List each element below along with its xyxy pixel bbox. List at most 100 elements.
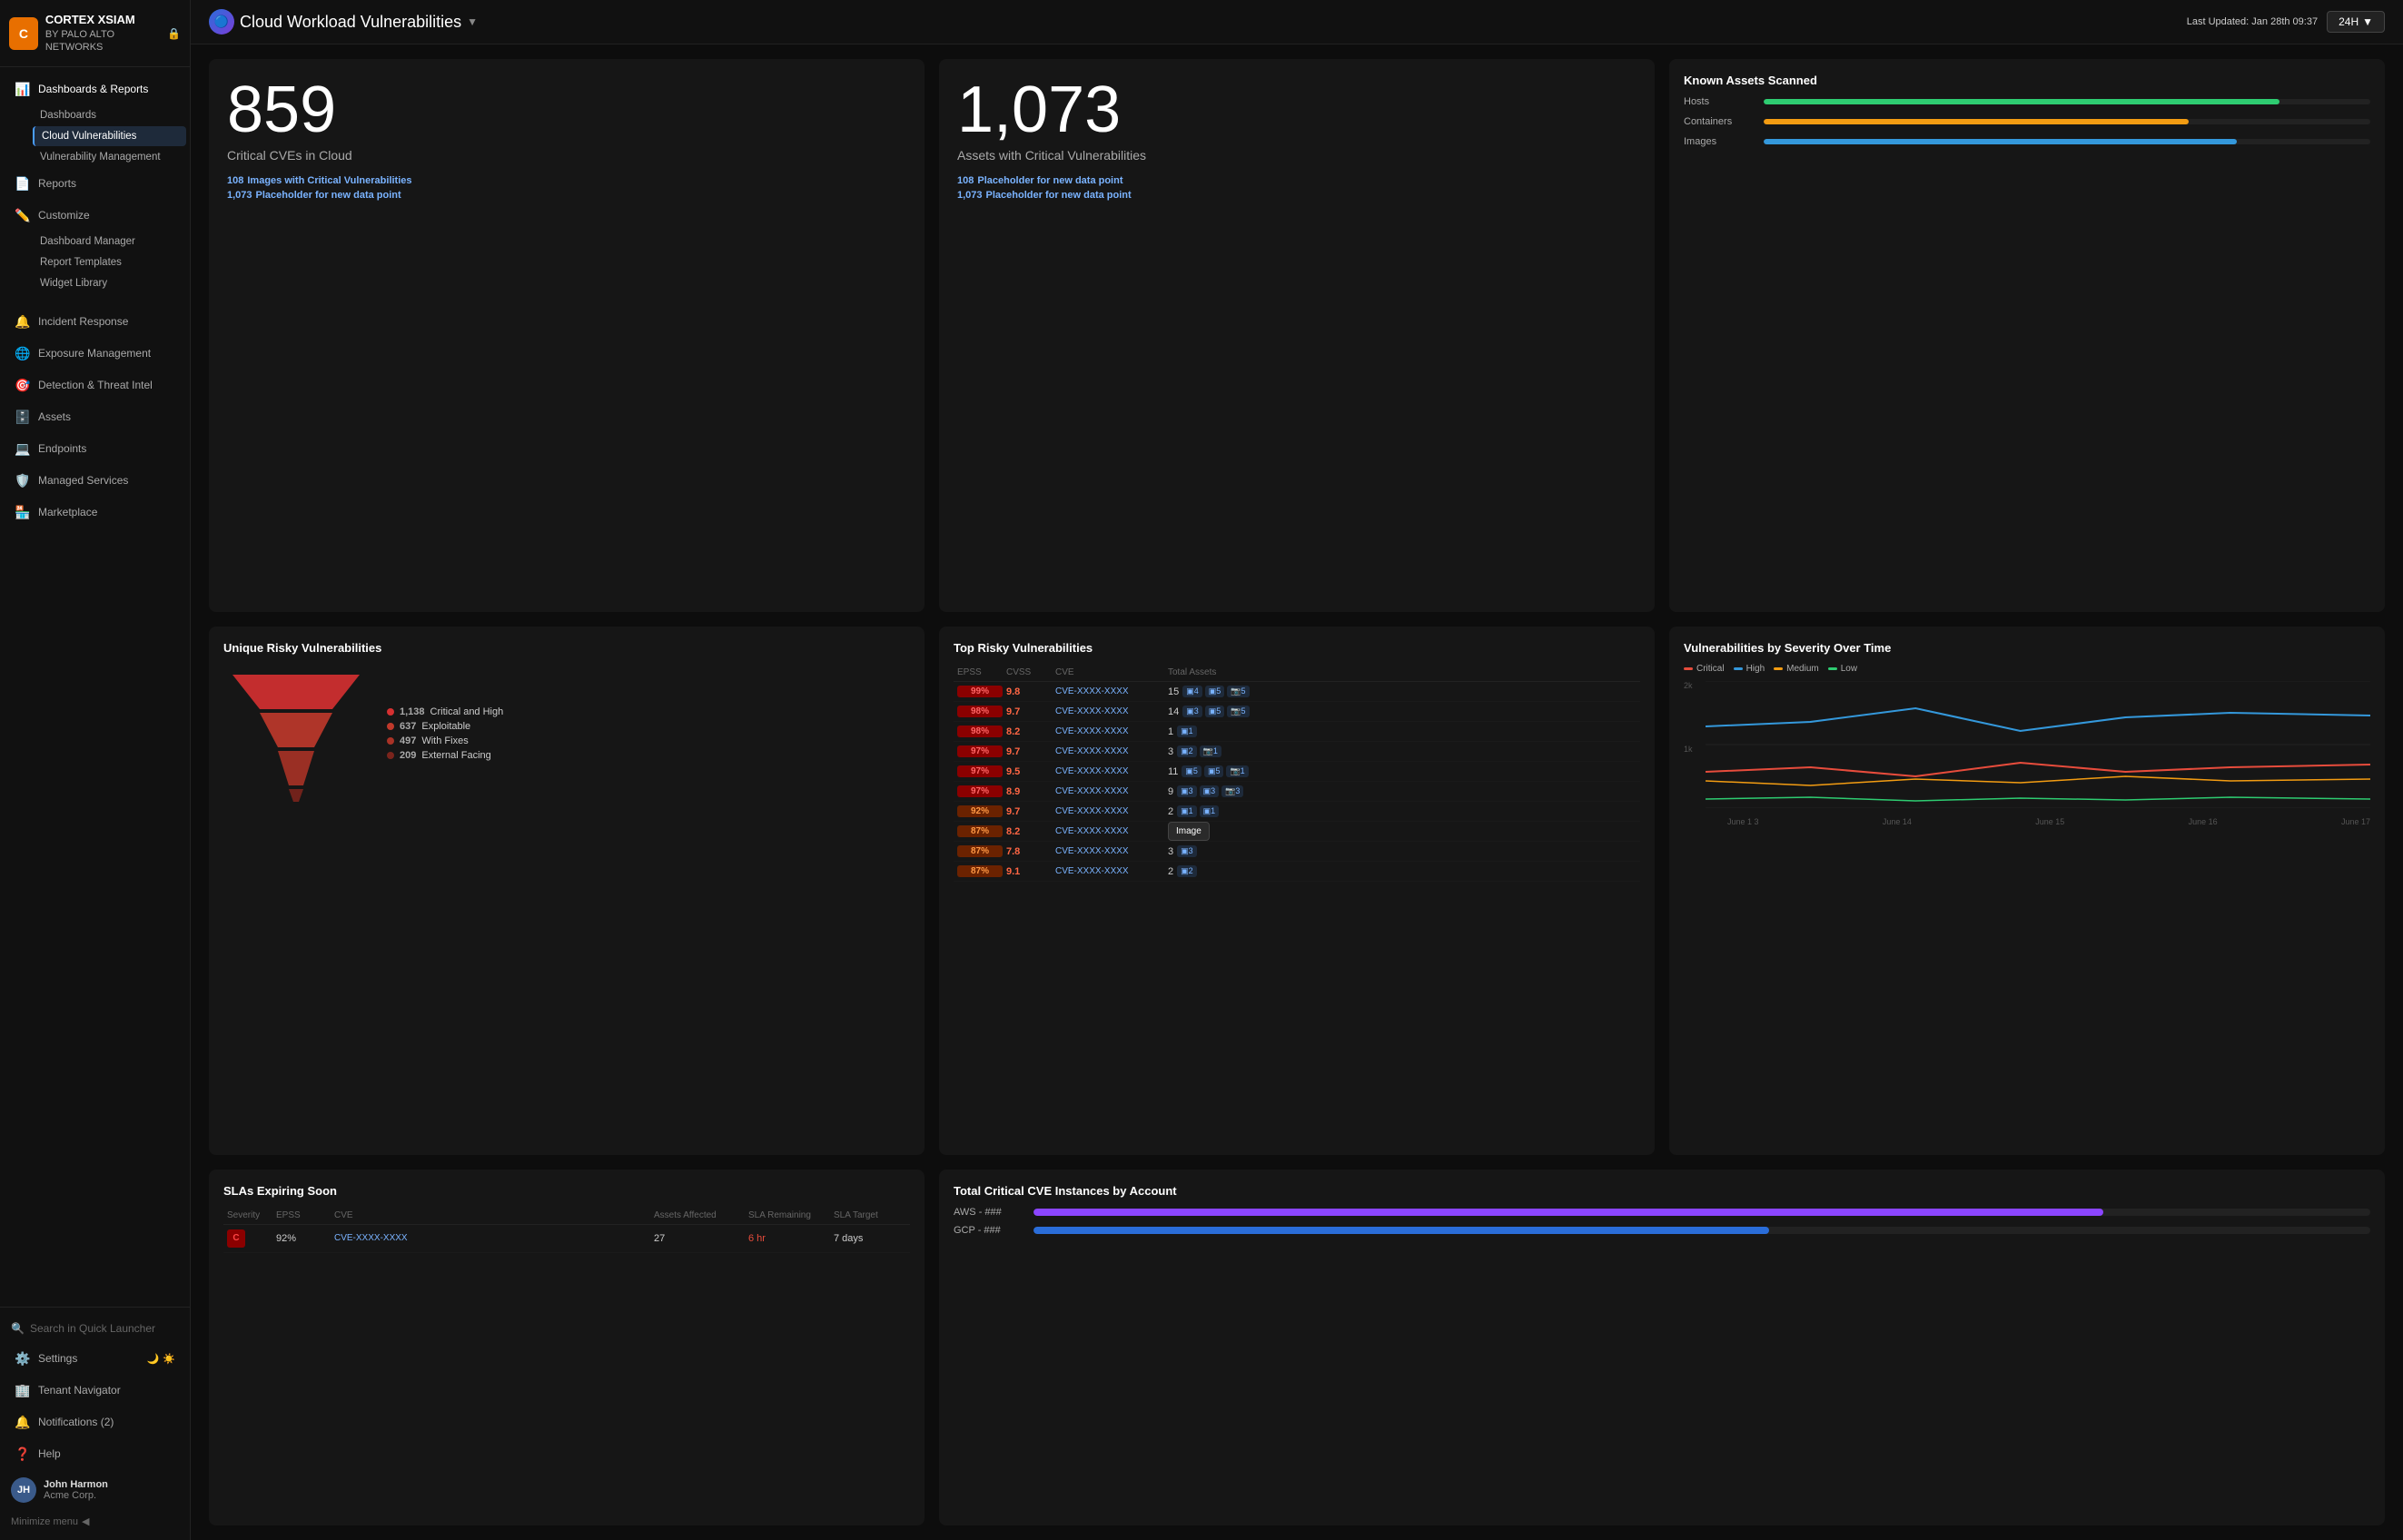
vuln-row[interactable]: 87% 7.8 CVE-XXXX-XXXX 3 ▣3 — [954, 842, 1640, 862]
cvss-value: 8.2 — [1006, 826, 1052, 837]
chevron-down-icon[interactable]: ▼ — [467, 15, 478, 28]
customize-subnav: Dashboard Manager Report Templates Widge… — [0, 232, 190, 293]
images-label: Images with Critical Vulnerabilities — [247, 175, 411, 186]
vuln-row[interactable]: 98% 8.2 CVE-XXXX-XXXX 1 ▣1 — [954, 722, 1640, 742]
cortex-title: CORTEX XSIAM BY PALO ALTO NETWORKS — [45, 13, 160, 54]
time-range-button[interactable]: 24H ▼ — [2327, 11, 2385, 33]
total-assets-cell: 14 ▣3▣5📷5 — [1168, 706, 1637, 717]
chevron-left-icon: ◀ — [82, 1515, 89, 1527]
assets-number: 1,073 — [957, 77, 1637, 143]
sidebar-header: C CORTEX XSIAM BY PALO ALTO NETWORKS 🔒 — [0, 0, 190, 67]
vuln-row[interactable]: 92% 9.7 CVE-XXXX-XXXX 2 ▣1▣1 — [954, 802, 1640, 822]
last-updated-label: Last Updated: Jan 28th 09:37 — [2187, 16, 2318, 27]
cve-id: CVE-XXXX-XXXX — [1055, 806, 1164, 816]
sidebar-item-reports[interactable]: 📄 Reports — [4, 168, 186, 199]
avatar: JH — [11, 1477, 36, 1503]
total-assets-cell: 3 ▣3 — [1168, 845, 1637, 857]
asset-chip: 📷1 — [1226, 765, 1248, 777]
sidebar-item-report-templates[interactable]: Report Templates — [33, 252, 186, 272]
asset-chip: ▣5 — [1205, 706, 1225, 717]
total-assets-cell: 2 ▣2 — [1168, 865, 1637, 877]
sidebar-item-customize[interactable]: ✏️ Customize — [4, 200, 186, 231]
notifications-icon: 🔔 — [15, 1414, 31, 1430]
sidebar-item-cloud-vulnerabilities[interactable]: Cloud Vulnerabilities — [33, 126, 186, 146]
vuln-row[interactable]: 98% 9.7 CVE-XXXX-XXXX 14 ▣3▣5📷5 — [954, 702, 1640, 722]
severity-chart-title: Vulnerabilities by Severity Over Time — [1684, 641, 2370, 655]
sla-row: C 92% CVE-XXXX-XXXX 27 6 hr 7 days — [223, 1225, 910, 1253]
cve-id: CVE-XXXX-XXXX — [1055, 866, 1164, 876]
cve-id: CVE-XXXX-XXXX — [1055, 846, 1164, 856]
cvss-value: 8.2 — [1006, 726, 1052, 737]
minimize-menu-button[interactable]: Minimize menu ◀ — [0, 1510, 190, 1533]
y-axis-labels: 2k 1k — [1684, 681, 1704, 808]
sidebar-item-endpoints[interactable]: 💻 Endpoints — [4, 433, 186, 464]
sidebar-item-marketplace[interactable]: 🏪 Marketplace — [4, 497, 186, 528]
asset-chip: ▣4 — [1182, 686, 1202, 697]
sidebar-item-managed-services[interactable]: 🛡️ Managed Services — [4, 465, 186, 496]
funnel-legend: 1,138 Critical and High 637 Exploitable … — [387, 706, 503, 761]
sub-stat-images: 108 Images with Critical Vulnerabilities — [227, 175, 906, 186]
asset-icons: ▣3▣3📷3 — [1177, 785, 1243, 797]
unique-risky-vulnerabilities-panel: Unique Risky Vulnerabilities 1,138 Criti… — [209, 627, 925, 1154]
asset-chip: ▣1 — [1200, 805, 1220, 817]
vuln-row[interactable]: 87% 9.1 CVE-XXXX-XXXX 2 ▣2 — [954, 862, 1640, 882]
sidebar-item-vulnerability-management[interactable]: Vulnerability Management — [33, 147, 186, 167]
epss-badge: 98% — [957, 706, 1003, 717]
tenant-icon: 🏢 — [15, 1382, 31, 1398]
known-assets-hosts-row: Hosts — [1684, 96, 2370, 107]
customize-icon: ✏️ — [15, 207, 31, 223]
sidebar-item-help[interactable]: ❓ Help — [4, 1438, 186, 1469]
asset-chip: ▣3 — [1182, 706, 1202, 717]
sidebar-item-dashboard-manager[interactable]: Dashboard Manager — [33, 232, 186, 252]
sidebar-item-settings[interactable]: ⚙️ Settings 🌙 ☀️ — [4, 1343, 186, 1374]
severity-chart-legend: Critical High Medium Low — [1684, 664, 2370, 674]
sidebar-bottom: 🔍 Search in Quick Launcher ⚙️ Settings 🌙… — [0, 1307, 190, 1540]
cvss-value: 7.8 — [1006, 846, 1052, 857]
sidebar-item-dashboards[interactable]: Dashboards — [33, 105, 186, 125]
epss-badge: 87% — [957, 865, 1003, 877]
sidebar-item-assets[interactable]: 🗄️ Assets — [4, 401, 186, 432]
vuln-row[interactable]: 87% 8.2 CVE-XXXX-XXXX 15 ▣4 Image — [954, 822, 1640, 842]
low-legend-color — [1828, 667, 1837, 670]
light-mode-icon[interactable]: ☀️ — [163, 1353, 175, 1365]
asset-icons: ▣5▣5📷1 — [1182, 765, 1248, 777]
quick-launcher-search[interactable]: 🔍 Search in Quick Launcher — [0, 1315, 190, 1342]
cve-id: CVE-XXXX-XXXX — [1055, 706, 1164, 716]
nav-section-dashboards: 📊 Dashboards & Reports Dashboards Cloud … — [0, 67, 190, 300]
time-chevron-icon: ▼ — [2362, 15, 2373, 28]
asset-count: 1 — [1168, 726, 1173, 737]
sidebar-item-widget-library[interactable]: Widget Library — [33, 273, 186, 293]
sla-remaining: 6 hr — [748, 1233, 830, 1244]
images-bar-fill — [1764, 139, 2237, 144]
total-assets-cell: 15 ▣4 Image — [1168, 825, 1637, 837]
epss-badge: 92% — [957, 805, 1003, 817]
cvss-value: 9.8 — [1006, 686, 1052, 697]
sidebar-item-tenant-navigator[interactable]: 🏢 Tenant Navigator — [4, 1375, 186, 1406]
search-placeholder: Search in Quick Launcher — [30, 1322, 155, 1335]
help-icon: ❓ — [15, 1446, 31, 1462]
gcp-bar-fill — [1033, 1227, 1769, 1234]
containers-bar-fill — [1764, 119, 2189, 124]
funnel-legend-item: 497 With Fixes — [387, 735, 503, 746]
sidebar-item-exposure-management[interactable]: 🌐 Exposure Management — [4, 338, 186, 369]
asset-chip: ▣5 — [1182, 765, 1202, 777]
hosts-label: Hosts — [1684, 96, 1756, 107]
asset-chip: 📷5 — [1227, 686, 1249, 697]
total-assets-cell: 9 ▣3▣3📷3 — [1168, 785, 1637, 797]
sidebar-item-detection-threat[interactable]: 🎯 Detection & Threat Intel — [4, 370, 186, 400]
sidebar-item-incident-response[interactable]: 🔔 Incident Response — [4, 306, 186, 337]
vuln-row[interactable]: 97% 8.9 CVE-XXXX-XXXX 9 ▣3▣3📷3 — [954, 782, 1640, 802]
assets-sub2-label: Placeholder for new data point — [986, 190, 1132, 201]
x-axis-labels: June 1 3 June 14 June 15 June 16 June 17 — [1706, 817, 2370, 826]
known-assets-title: Known Assets Scanned — [1684, 74, 2370, 87]
cve-id: CVE-XXXX-XXXX — [1055, 786, 1164, 796]
funnel-count: 497 — [400, 735, 416, 746]
assets-sub1-count: 108 — [957, 175, 974, 186]
sidebar-item-dashboards-reports[interactable]: 📊 Dashboards & Reports — [4, 74, 186, 104]
dark-mode-icon[interactable]: 🌙 — [147, 1353, 160, 1365]
sidebar-item-notifications[interactable]: 🔔 Notifications (2) — [4, 1407, 186, 1437]
vuln-row[interactable]: 99% 9.8 CVE-XXXX-XXXX 15 ▣4▣5📷5 — [954, 682, 1640, 702]
cortex-logo: C — [9, 17, 38, 50]
vuln-row[interactable]: 97% 9.7 CVE-XXXX-XXXX 3 ▣2📷1 — [954, 742, 1640, 762]
vuln-row[interactable]: 97% 9.5 CVE-XXXX-XXXX 11 ▣5▣5📷1 — [954, 762, 1640, 782]
